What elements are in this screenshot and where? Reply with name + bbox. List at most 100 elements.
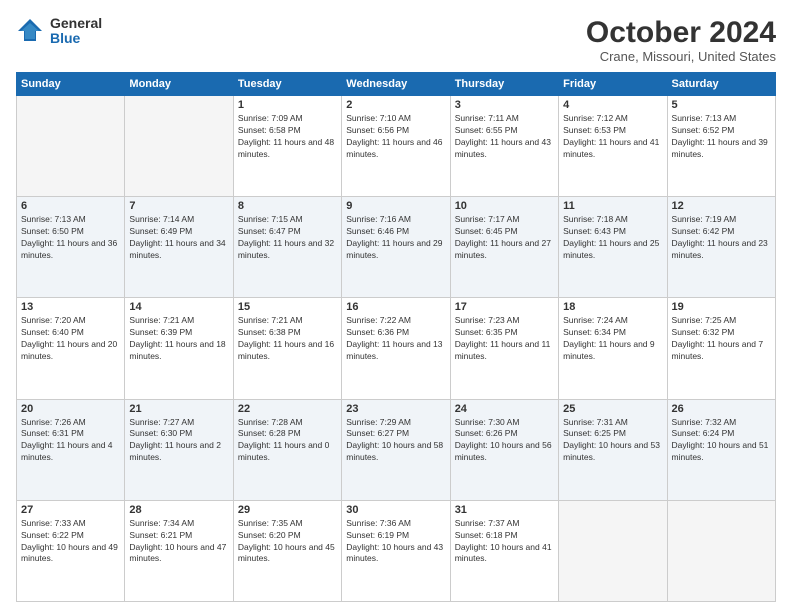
day-info: Sunrise: 7:32 AMSunset: 6:24 PMDaylight:… [672,417,771,465]
calendar-cell: 23 Sunrise: 7:29 AMSunset: 6:27 PMDayligh… [342,399,450,500]
day-info: Sunrise: 7:28 AMSunset: 6:28 PMDaylight:… [238,417,337,465]
day-number: 4 [563,99,662,111]
day-number: 26 [672,403,771,415]
calendar-table: SundayMondayTuesdayWednesdayThursdayFrid… [16,72,776,602]
title-block: October 2024 Crane, Missouri, United Sta… [586,16,776,64]
day-info: Sunrise: 7:29 AMSunset: 6:27 PMDaylight:… [346,417,445,465]
day-info: Sunrise: 7:09 AMSunset: 6:58 PMDaylight:… [238,113,337,161]
day-number: 18 [563,301,662,313]
calendar-week-row: 6 Sunrise: 7:13 AMSunset: 6:50 PMDaylight… [17,197,776,298]
day-number: 9 [346,200,445,212]
calendar-cell: 8Sunrise: 7:15 AMSunset: 6:47 PMDaylight… [233,197,341,298]
day-number: 19 [672,301,771,313]
day-info: Sunrise: 7:12 AMSunset: 6:53 PMDaylight:… [563,113,662,161]
day-number: 20 [21,403,120,415]
calendar-cell: 4 Sunrise: 7:12 AMSunset: 6:53 PMDaylight… [559,96,667,197]
weekday-header-row: SundayMondayTuesdayWednesdayThursdayFrid… [17,73,776,96]
calendar-cell: 24Sunrise: 7:30 AMSunset: 6:26 PMDayligh… [450,399,558,500]
day-number: 23 [346,403,445,415]
calendar-cell: 1 Sunrise: 7:09 AMSunset: 6:58 PMDaylight… [233,96,341,197]
calendar-cell: 9 Sunrise: 7:16 AMSunset: 6:46 PMDaylight… [342,197,450,298]
day-info: Sunrise: 7:13 AMSunset: 6:52 PMDaylight:… [672,113,771,161]
calendar-week-row: 1 Sunrise: 7:09 AMSunset: 6:58 PMDaylight… [17,96,776,197]
calendar-cell: 5 Sunrise: 7:13 AMSunset: 6:52 PMDaylight… [667,96,775,197]
day-number: 15 [238,301,337,313]
day-number: 10 [455,200,554,212]
calendar-cell: 26 Sunrise: 7:32 AMSunset: 6:24 PMDayligh… [667,399,775,500]
day-number: 6 [21,200,120,212]
header: General Blue October 2024 Crane, Missour… [16,16,776,64]
calendar-cell: 11 Sunrise: 7:18 AMSunset: 6:43 PMDayligh… [559,197,667,298]
weekday-header-monday: Monday [125,73,233,96]
day-info: Sunrise: 7:19 AMSunset: 6:42 PMDaylight:… [672,214,771,262]
day-info: Sunrise: 7:25 AMSunset: 6:32 PMDaylight:… [672,315,771,363]
day-number: 24 [455,403,554,415]
day-number: 29 [238,504,337,516]
day-info: Sunrise: 7:17 AMSunset: 6:45 PMDaylight:… [455,214,554,262]
calendar-cell: 17Sunrise: 7:23 AMSunset: 6:35 PMDayligh… [450,298,558,399]
calendar-cell: 28Sunrise: 7:34 AMSunset: 6:21 PMDayligh… [125,500,233,601]
day-info: Sunrise: 7:18 AMSunset: 6:43 PMDaylight:… [563,214,662,262]
calendar-cell: 10 Sunrise: 7:17 AMSunset: 6:45 PMDayligh… [450,197,558,298]
day-number: 16 [346,301,445,313]
weekday-header-saturday: Saturday [667,73,775,96]
page: General Blue October 2024 Crane, Missour… [0,0,792,612]
weekday-header-sunday: Sunday [17,73,125,96]
day-number: 14 [129,301,228,313]
calendar-cell: 27Sunrise: 7:33 AMSunset: 6:22 PMDayligh… [17,500,125,601]
day-info: Sunrise: 7:20 AMSunset: 6:40 PMDaylight:… [21,315,120,363]
calendar-cell [17,96,125,197]
logo-blue: Blue [50,31,102,46]
calendar-cell: 2Sunrise: 7:10 AMSunset: 6:56 PMDaylight… [342,96,450,197]
day-info: Sunrise: 7:31 AMSunset: 6:25 PMDaylight:… [563,417,662,465]
day-info: Sunrise: 7:13 AMSunset: 6:50 PMDaylight:… [21,214,120,262]
day-number: 21 [129,403,228,415]
day-info: Sunrise: 7:23 AMSunset: 6:35 PMDaylight:… [455,315,554,363]
calendar-cell: 16 Sunrise: 7:22 AMSunset: 6:36 PMDayligh… [342,298,450,399]
day-number: 3 [455,99,554,111]
calendar-cell: 3 Sunrise: 7:11 AMSunset: 6:55 PMDaylight… [450,96,558,197]
day-number: 12 [672,200,771,212]
day-number: 5 [672,99,771,111]
calendar-cell: 6 Sunrise: 7:13 AMSunset: 6:50 PMDaylight… [17,197,125,298]
calendar-cell: 15 Sunrise: 7:21 AMSunset: 6:38 PMDayligh… [233,298,341,399]
calendar-cell: 30 Sunrise: 7:36 AMSunset: 6:19 PMDayligh… [342,500,450,601]
day-info: Sunrise: 7:27 AMSunset: 6:30 PMDaylight:… [129,417,228,465]
day-info: Sunrise: 7:33 AMSunset: 6:22 PMDaylight:… [21,518,120,566]
location: Crane, Missouri, United States [586,49,776,64]
day-number: 1 [238,99,337,111]
calendar-cell: 20 Sunrise: 7:26 AMSunset: 6:31 PMDayligh… [17,399,125,500]
calendar-week-row: 27Sunrise: 7:33 AMSunset: 6:22 PMDayligh… [17,500,776,601]
calendar-cell: 19 Sunrise: 7:25 AMSunset: 6:32 PMDayligh… [667,298,775,399]
calendar-cell [125,96,233,197]
day-number: 25 [563,403,662,415]
day-number: 8 [238,200,337,212]
day-info: Sunrise: 7:16 AMSunset: 6:46 PMDaylight:… [346,214,445,262]
calendar-cell: 21 Sunrise: 7:27 AMSunset: 6:30 PMDayligh… [125,399,233,500]
calendar-cell: 14Sunrise: 7:21 AMSunset: 6:39 PMDayligh… [125,298,233,399]
calendar-cell: 22 Sunrise: 7:28 AMSunset: 6:28 PMDayligh… [233,399,341,500]
calendar-cell [667,500,775,601]
day-info: Sunrise: 7:35 AMSunset: 6:20 PMDaylight:… [238,518,337,566]
weekday-header-wednesday: Wednesday [342,73,450,96]
weekday-header-friday: Friday [559,73,667,96]
day-number: 11 [563,200,662,212]
day-number: 28 [129,504,228,516]
calendar-cell: 13Sunrise: 7:20 AMSunset: 6:40 PMDayligh… [17,298,125,399]
day-info: Sunrise: 7:11 AMSunset: 6:55 PMDaylight:… [455,113,554,161]
calendar-week-row: 20 Sunrise: 7:26 AMSunset: 6:31 PMDayligh… [17,399,776,500]
day-info: Sunrise: 7:26 AMSunset: 6:31 PMDaylight:… [21,417,120,465]
calendar-cell: 31Sunrise: 7:37 AMSunset: 6:18 PMDayligh… [450,500,558,601]
calendar-cell: 29 Sunrise: 7:35 AMSunset: 6:20 PMDayligh… [233,500,341,601]
weekday-header-tuesday: Tuesday [233,73,341,96]
day-info: Sunrise: 7:21 AMSunset: 6:38 PMDaylight:… [238,315,337,363]
day-info: Sunrise: 7:36 AMSunset: 6:19 PMDaylight:… [346,518,445,566]
calendar-cell [559,500,667,601]
day-number: 30 [346,504,445,516]
calendar-week-row: 13Sunrise: 7:20 AMSunset: 6:40 PMDayligh… [17,298,776,399]
day-number: 22 [238,403,337,415]
day-info: Sunrise: 7:22 AMSunset: 6:36 PMDaylight:… [346,315,445,363]
calendar-cell: 25 Sunrise: 7:31 AMSunset: 6:25 PMDayligh… [559,399,667,500]
day-info: Sunrise: 7:10 AMSunset: 6:56 PMDaylight:… [346,113,445,161]
calendar-cell: 7Sunrise: 7:14 AMSunset: 6:49 PMDaylight… [125,197,233,298]
